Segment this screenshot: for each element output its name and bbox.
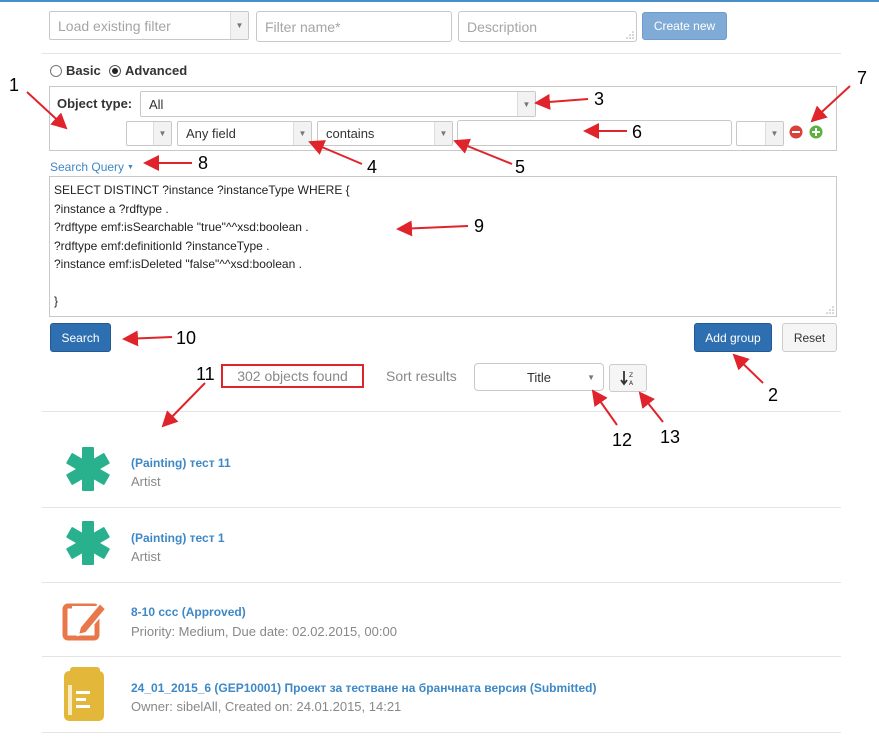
annotation-arrow-11 xyxy=(161,382,206,428)
annotation-label-4: 4 xyxy=(367,157,378,177)
annotation-label-6: 6 xyxy=(632,122,643,142)
annotation-label-7: 7 xyxy=(857,68,868,88)
annotation-arrow-10 xyxy=(122,330,173,347)
annotation-label-9: 9 xyxy=(474,216,485,236)
annotation-label-5: 5 xyxy=(515,157,526,177)
annotation-label-13: 13 xyxy=(660,427,681,447)
annotation-label-8: 8 xyxy=(198,153,209,173)
annotation-label-12: 12 xyxy=(612,430,633,450)
annotation-arrow-1 xyxy=(26,91,68,130)
annotation-arrow-3 xyxy=(534,93,589,110)
annotation-arrow-2 xyxy=(732,353,764,384)
annotation-arrow-12 xyxy=(591,389,618,426)
annotation-arrow-13 xyxy=(638,391,664,423)
annotation-label-3: 3 xyxy=(594,89,605,109)
annotation-label-1: 1 xyxy=(9,75,20,95)
annotation-arrow-7 xyxy=(810,85,851,123)
annotation-arrows xyxy=(26,85,851,428)
annotation-label-2: 2 xyxy=(768,385,779,405)
annotation-arrow-5 xyxy=(453,138,513,165)
annotation-arrow-4 xyxy=(308,140,363,165)
annotation-arrow-9 xyxy=(396,220,469,237)
annotation-label-11: 11 xyxy=(196,364,215,384)
annotation-label-10: 10 xyxy=(176,328,197,348)
